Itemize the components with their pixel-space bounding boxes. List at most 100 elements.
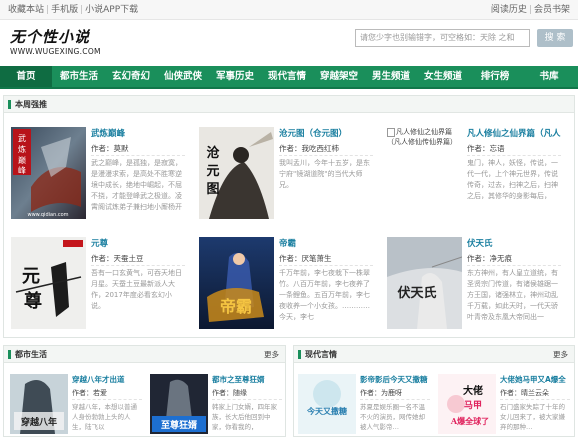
book-cover[interactable]: 今天又撒糖 [298, 374, 356, 434]
book-cover[interactable]: 沧 元 图 [199, 127, 274, 219]
divider [91, 155, 185, 156]
nav-rankings[interactable]: 排行榜 [472, 66, 518, 87]
book-title[interactable]: 武炼巅峰 [91, 127, 125, 139]
divider [500, 399, 570, 400]
book-title[interactable]: 影帝影后今天又撒糖 [360, 374, 428, 385]
book-card[interactable]: 凡人修仙之仙界篇（凡人修仙传仙界篇） 凡人修仙之仙界篇（凡人 作者：忘语 鬼门，… [387, 127, 572, 219]
nav-military-history[interactable]: 军事历史 [212, 66, 258, 87]
divider [360, 399, 430, 400]
book-description: 石门盛家失踪了十年的女儿回来了，被大家嫌弃的那种… [500, 403, 565, 431]
svg-text:炼: 炼 [18, 144, 26, 154]
broken-image-icon [387, 127, 395, 137]
title-accent [8, 100, 11, 109]
more-link[interactable]: 更多 [264, 346, 279, 363]
svg-text:图: 图 [206, 182, 219, 197]
book-card[interactable]: 至尊狂婿 都市之至尊狂婿 作者：随缘 韩家上门女婿，四年家族，长大后他回到中家，… [150, 374, 285, 438]
book-description: 我叫孟川，今年十五岁，是东宁府"镜湖道院"的当代大师兄。 [279, 159, 370, 189]
nav-library[interactable]: 书库 [526, 66, 572, 87]
book-cover[interactable]: 伏天氏 [387, 237, 462, 329]
search-button[interactable]: 搜 索 [537, 29, 573, 47]
book-card[interactable]: 元 尊 元尊 作者：天蚕土豆 吾有一口玄黄气，可吞天地日月星。天蚕土豆最新派人大… [11, 237, 191, 329]
site-logo[interactable]: 无个性小说 WWW.WUGEXING.COM [10, 28, 110, 62]
book-cover[interactable]: 武 炼 巅 峰 www.qidian.com [11, 127, 86, 219]
panel-header: 都市生活 更多 [4, 346, 285, 363]
book-title[interactable]: 帝霸 [279, 237, 296, 249]
book-description: 武之巅峰，是孤独，是寂寞，是漫漫求索，是高处不胜寒逆境中成长，绝地中崛起，不屈不… [91, 159, 182, 211]
divider [467, 265, 561, 266]
divider [279, 155, 373, 156]
bookmark-site-link[interactable]: 收藏本站 [8, 5, 44, 15]
book-title[interactable]: 伏天氏 [467, 237, 493, 249]
book-description: 韩家上门女婿，四年家族，长大后他回到中家，你看我的， [212, 403, 277, 431]
book-cover[interactable]: 至尊狂婿 [150, 374, 208, 434]
nav-fantasy[interactable]: 玄幻奇幻 [108, 66, 154, 87]
top-bar: 收藏本站 | 手机版 | 小说APP下载 阅读历史 | 会员书架 [0, 0, 578, 20]
svg-text:武: 武 [18, 133, 26, 143]
book-title[interactable]: 沧元图（仓元图） [279, 127, 347, 139]
book-description: 穿越八年，本想以普通人身份勃勃上头的人生，陆飞以 [72, 403, 137, 431]
nav-male-channel[interactable]: 男生频道 [368, 66, 414, 87]
book-cover-broken[interactable]: 凡人修仙之仙界篇（凡人修仙传仙界篇） [387, 127, 462, 219]
panel-header: 现代言情 更多 [294, 346, 574, 363]
book-cover[interactable]: 帝霸 [199, 237, 274, 329]
book-author: 作者：若爱 [72, 389, 107, 397]
logo-title: 无个性小说 [10, 28, 91, 46]
reading-history-link[interactable]: 阅读历史 [491, 5, 527, 15]
book-author: 作者：随缘 [212, 389, 247, 397]
panel-header: 本周强推 [4, 96, 574, 113]
more-link[interactable]: 更多 [553, 346, 568, 363]
mobile-version-link[interactable]: 手机版 [51, 5, 78, 15]
book-card[interactable]: 大佬 马甲 A爆全球了 大佬她马甲又A爆全 作者：晴兰云朵 石门盛家失踪了十年的… [438, 374, 573, 438]
main-nav: 首页 都市生活 玄幻奇幻 仙侠武侠 军事历史 现代言情 穿越架空 男生频道 女生… [0, 66, 578, 89]
nav-xianxia[interactable]: 仙侠武侠 [160, 66, 206, 87]
book-author: 作者：莫默 [91, 144, 129, 153]
book-title[interactable]: 大佬她马甲又A爆全 [500, 374, 566, 385]
nav-modern-romance[interactable]: 现代言情 [264, 66, 310, 87]
panel-title: 现代言情 [305, 350, 337, 359]
book-title[interactable]: 穿越八年才出道 [72, 374, 125, 385]
book-cover[interactable]: 穿越八年 [10, 374, 68, 434]
svg-text:今天又撒糖: 今天又撒糖 [306, 406, 347, 416]
divider [467, 155, 561, 156]
book-description: 苏夏是娱乐圈一名不温不火的演员，网传她却被人气影帝… [360, 403, 425, 431]
book-author: 作者：晴兰云朵 [500, 389, 549, 397]
book-card[interactable]: 帝霸 帝霸 作者：厌笔萧生 千万年前，李七夜栽下一株翠竹。八百万年前，李七夜养了… [199, 237, 379, 329]
book-card[interactable]: 今天又撒糖 影帝影后今天又撒糖 作者：为鹿呀 苏夏是娱乐圈一名不温不火的演员，网… [298, 374, 433, 438]
book-cover[interactable]: 元 尊 [11, 237, 86, 329]
book-card[interactable]: 伏天氏 伏天氏 作者：净无痕 东方神州，有人皇立道统，有圣贤宗门传道，有诸侯雄踞… [387, 237, 567, 329]
nav-urban[interactable]: 都市生活 [56, 66, 102, 87]
book-title[interactable]: 元尊 [91, 237, 108, 249]
nav-home[interactable]: 首页 [0, 66, 52, 87]
book-card[interactable]: 穿越八年 穿越八年才出道 作者：若爱 穿越八年，本想以普通人身份勃勃上头的人生，… [10, 374, 145, 438]
search-input[interactable]: 请您少字也别输错字，可空格如：天除 之和 [355, 29, 530, 47]
svg-text:帝霸: 帝霸 [220, 297, 252, 316]
book-author: 作者：净无痕 [467, 254, 512, 263]
book-card[interactable]: 沧 元 图 沧元图（仓元图） 作者：我吃西红柿 我叫孟川，今年十五岁，是东宁府"… [199, 127, 379, 219]
svg-text:A爆全球了: A爆全球了 [450, 416, 489, 426]
book-card[interactable]: 武 炼 巅 峰 www.qidian.com 武炼巅峰 作者：莫默 武之巅峰，是… [11, 127, 191, 219]
svg-text:沧: 沧 [206, 145, 219, 161]
nav-time-travel[interactable]: 穿越架空 [316, 66, 362, 87]
book-description: 千万年前，李七夜栽下一株翠竹。八百万年前，李七夜养了一条鲤鱼。五百万年前，李七夜… [279, 269, 370, 321]
title-accent [8, 350, 11, 359]
header: 无个性小说 WWW.WUGEXING.COM 请您少字也别输错字，可空格如：天除… [0, 20, 578, 66]
svg-text:巅: 巅 [18, 156, 26, 165]
logo-url: WWW.WUGEXING.COM [10, 47, 101, 56]
book-author: 作者：为鹿呀 [360, 389, 402, 397]
book-title[interactable]: 凡人修仙之仙界篇（凡人 [467, 127, 561, 139]
book-author: 作者：我吃西红柿 [279, 144, 339, 153]
nav-female-channel[interactable]: 女生频道 [420, 66, 466, 87]
book-description: 东方神州，有人皇立道统，有圣贤宗门传道，有诸侯雄踞一方王国，诸强林立，神州动乱千… [467, 269, 558, 321]
divider [279, 265, 373, 266]
app-download-link[interactable]: 小说APP下载 [85, 5, 138, 15]
svg-text:伏天氏: 伏天氏 [397, 285, 436, 301]
member-bookshelf-link[interactable]: 会员书架 [534, 5, 570, 15]
divider [72, 399, 142, 400]
book-title[interactable]: 都市之至尊狂婿 [212, 374, 265, 385]
book-description: 吾有一口玄黄气，可吞天地日月星。天蚕土豆最新派人大作，2017年度必看玄幻小说。 [91, 269, 182, 310]
book-author: 作者：天蚕土豆 [91, 254, 144, 263]
book-cover[interactable]: 大佬 马甲 A爆全球了 [438, 374, 496, 434]
divider [91, 265, 185, 266]
svg-text:穿越八年: 穿越八年 [21, 416, 57, 428]
book-author: 作者：忘语 [467, 144, 505, 153]
